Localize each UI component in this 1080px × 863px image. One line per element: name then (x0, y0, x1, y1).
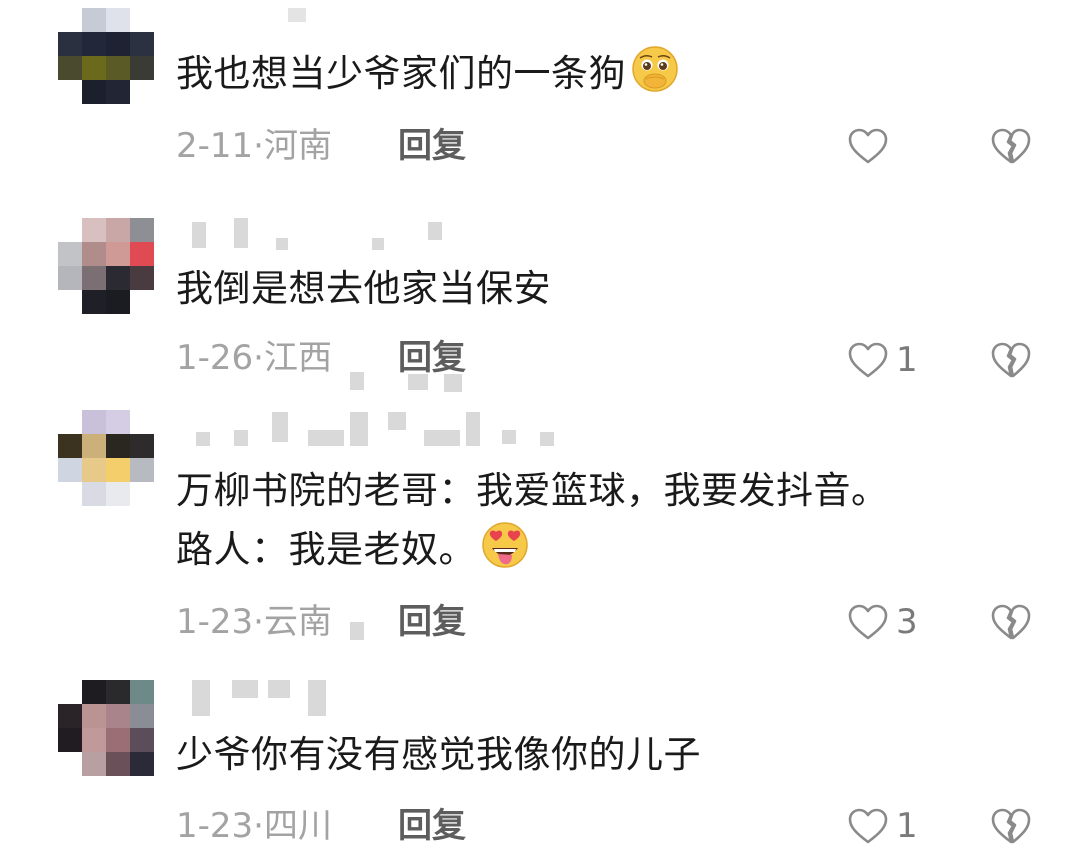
comment-location: 云南 (263, 602, 332, 642)
username-blurred-part (428, 222, 442, 240)
comment-text-line: 路人：我是老奴。 (176, 520, 889, 579)
blur-overlay (444, 374, 462, 392)
comment-location: 江西 (263, 338, 332, 378)
heart-outline-icon (848, 128, 888, 164)
comment-date: 1-23 (176, 602, 254, 642)
comment-text: 少爷你有没有感觉我像你的儿子 (176, 726, 701, 784)
reply-button[interactable]: 回复 (398, 338, 466, 378)
like-button[interactable]: 1 (846, 804, 918, 848)
username-blurred-part (308, 430, 344, 446)
comment-location: 河南 (263, 126, 332, 166)
comment-meta: 2-11·河南 (176, 126, 332, 166)
comment-text: 我也想当少爷家们的一条狗 (176, 44, 680, 103)
like-button[interactable]: 3 (846, 600, 918, 644)
broken-heart-icon (991, 342, 1031, 378)
username-blurred[interactable] (188, 0, 306, 30)
username-blurred-part (234, 430, 248, 446)
reply-button[interactable]: 回复 (398, 602, 466, 642)
blur-overlay (408, 374, 428, 390)
meta-separator: · (253, 338, 264, 378)
username-blurred[interactable] (192, 222, 206, 248)
username-blurred-part (502, 430, 516, 444)
comment-text-content: 我倒是想去他家当保安 (176, 267, 551, 310)
username-blurred[interactable] (196, 432, 210, 446)
comment-meta: 1-23·云南 (176, 602, 332, 642)
heart-outline-icon (848, 808, 888, 844)
heart-outline-icon (848, 604, 888, 640)
comment-text: 万柳书院的老哥：我爱篮球，我要发抖音。 路人：我是老奴。 (176, 462, 889, 579)
like-count: 1 (896, 806, 918, 846)
reply-button[interactable]: 回复 (398, 806, 466, 846)
heart-outline-icon (848, 342, 888, 378)
dislike-button[interactable] (990, 602, 1032, 646)
broken-heart-icon (991, 128, 1031, 164)
comment-text-content: 路人：我是老奴。 (176, 528, 476, 571)
comment-text-content: 我也想当少爷家们的一条狗 (176, 52, 626, 95)
dislike-button[interactable] (990, 340, 1032, 384)
username-blurred-part (272, 412, 288, 442)
username-blurred-part (276, 238, 288, 250)
blur-overlay (350, 372, 364, 390)
username-blurred-part (388, 412, 406, 430)
meta-separator: · (253, 126, 264, 166)
comment-date: 1-23 (176, 806, 254, 846)
like-count: 3 (896, 602, 918, 642)
username-blurred-part (540, 432, 554, 446)
meta-separator: · (253, 806, 264, 846)
username-blurred[interactable] (192, 680, 210, 716)
comment-text-content: 少爷你有没有感觉我像你的儿子 (176, 733, 701, 776)
comment-date: 2-11 (176, 126, 254, 166)
dislike-button[interactable] (990, 806, 1032, 850)
comment-meta: 1-23·四川 (176, 806, 332, 846)
username-blurred-part (350, 412, 368, 446)
avatar[interactable] (58, 680, 154, 776)
blur-overlay (350, 622, 364, 640)
comment-location: 四川 (263, 806, 332, 846)
broken-heart-icon (991, 604, 1031, 640)
reply-button[interactable]: 回复 (398, 126, 466, 166)
username-blurred-part (308, 680, 326, 716)
avatar[interactable] (58, 218, 154, 314)
comment-text: 我倒是想去他家当保安 (176, 260, 551, 318)
comment-date: 1-26 (176, 338, 254, 378)
username-blurred-part (372, 238, 384, 250)
avatar[interactable] (58, 410, 154, 506)
username-blurred-part (232, 680, 258, 698)
broken-heart-icon (991, 808, 1031, 844)
username-blurred-part (466, 412, 480, 446)
username-blurred-part (234, 218, 248, 248)
like-button[interactable] (846, 124, 896, 168)
username-blurred-part (424, 430, 460, 446)
like-button[interactable]: 1 (846, 338, 918, 382)
heart-eyes-tongue-emoji-icon (482, 522, 528, 568)
comment-text-line: 万柳书院的老哥：我爱篮球，我要发抖音。 (176, 469, 889, 512)
like-count: 1 (896, 340, 918, 380)
avatar[interactable] (58, 8, 154, 104)
pleading-face-icon (632, 46, 678, 92)
meta-separator: · (253, 602, 264, 642)
comment-meta: 1-26·江西 (176, 338, 332, 378)
dislike-button[interactable] (990, 126, 1032, 170)
username-blurred-part (268, 680, 290, 698)
